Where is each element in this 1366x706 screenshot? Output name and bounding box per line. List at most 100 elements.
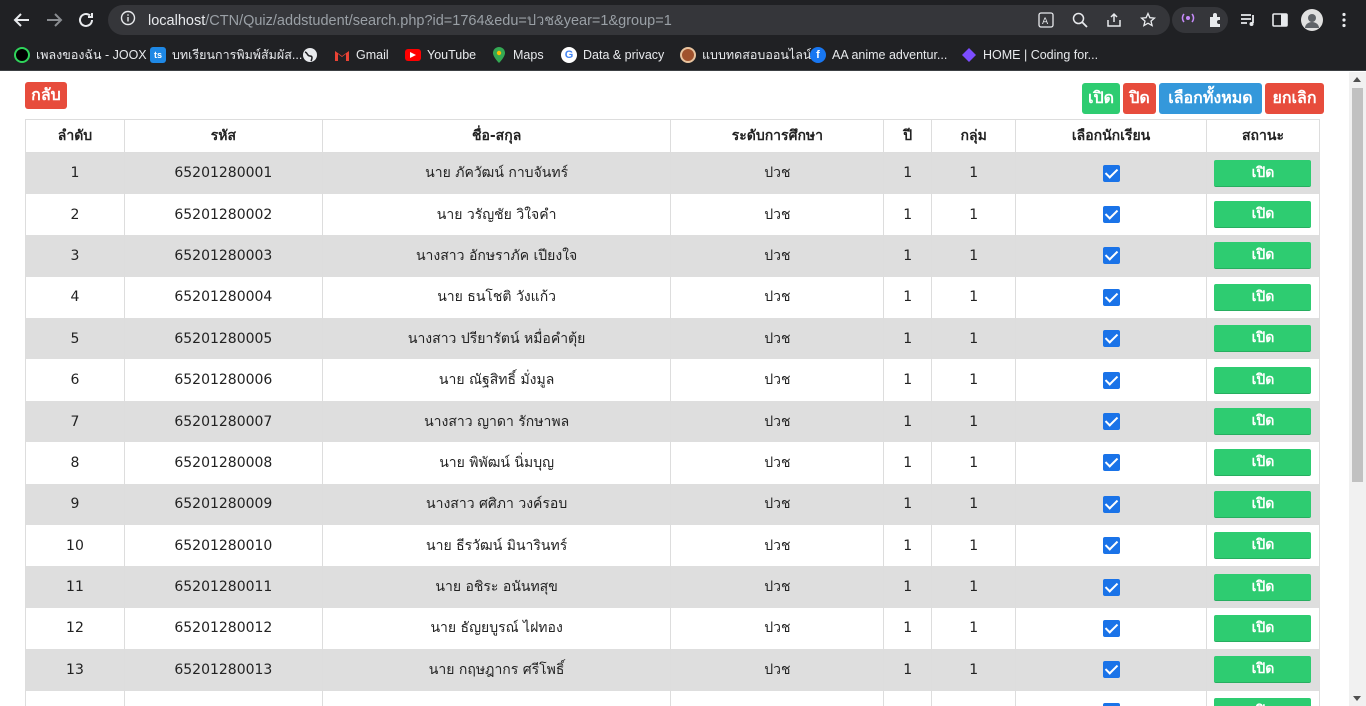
cell-year xyxy=(883,690,933,706)
select-student-checkbox[interactable] xyxy=(1102,164,1120,182)
url-text[interactable]: localhost/CTN/Quiz/addstudent/search.php… xyxy=(148,9,672,32)
cell-group: 1 xyxy=(931,193,1017,236)
col-header-group: กลุ่ม xyxy=(931,119,1017,153)
cell-group: 1 xyxy=(931,483,1017,526)
cell-name: นางสาว ศศิภา วงค์รอบ xyxy=(321,483,672,526)
select-student-checkbox[interactable] xyxy=(1102,288,1120,306)
cell-status: เปิด xyxy=(1205,318,1321,360)
select-student-checkbox[interactable] xyxy=(1102,537,1120,555)
status-open-button[interactable]: เปิด xyxy=(1214,656,1312,684)
cell-status: เปิด xyxy=(1205,690,1321,706)
browser-menu-icon[interactable] xyxy=(1332,8,1356,32)
quiz-icon xyxy=(680,47,696,63)
status-open-button[interactable]: เปิด xyxy=(1214,408,1312,436)
zoom-icon[interactable] xyxy=(1070,10,1090,30)
table-row: 9 65201280009 นางสาว ศศิภา วงค์รอบ ปวช 1 1 เปิ… xyxy=(25,483,1321,526)
gmail-icon xyxy=(334,47,350,63)
bookmark-globe[interactable] xyxy=(302,44,318,66)
status-open-button[interactable]: เปิด xyxy=(1214,366,1312,394)
cell-name: นาย วรัญชัย วิใจคำ xyxy=(321,193,672,236)
select-student-checkbox[interactable] xyxy=(1102,413,1120,431)
cell-order: 12 xyxy=(25,607,125,650)
extensions-puzzle-icon[interactable] xyxy=(1204,8,1228,32)
cell-group: 1 xyxy=(931,235,1017,277)
select-student-checkbox[interactable] xyxy=(1102,495,1120,513)
close-all-button[interactable]: ปิด xyxy=(1123,83,1156,114)
bookmark-typing[interactable]: ts บทเรียนการพิมพ์สัมผัส... xyxy=(150,44,302,66)
scroll-up-arrow-icon[interactable] xyxy=(1353,77,1361,82)
share-icon[interactable] xyxy=(1104,10,1124,30)
select-student-checkbox[interactable] xyxy=(1102,371,1120,389)
cell-code xyxy=(123,690,323,706)
cell-order: 8 xyxy=(25,442,125,484)
select-student-checkbox[interactable] xyxy=(1102,619,1120,637)
col-header-level: ระดับการศึกษา xyxy=(670,119,885,153)
status-open-button[interactable]: เปิด xyxy=(1214,242,1312,270)
cell-select xyxy=(1015,193,1207,236)
bookmark-gmail[interactable]: Gmail xyxy=(334,44,389,66)
select-student-checkbox[interactable] xyxy=(1102,206,1120,224)
cell-group: 1 xyxy=(931,276,1017,319)
bookmark-data-privacy[interactable]: G Data & privacy xyxy=(561,44,664,66)
bookmark-star-icon[interactable] xyxy=(1138,10,1158,30)
reload-icon[interactable] xyxy=(74,8,98,32)
profile-avatar[interactable] xyxy=(1300,8,1324,32)
cell-status: เปิด xyxy=(1205,483,1321,526)
google-icon: G xyxy=(561,47,577,63)
status-open-button[interactable]: เปิด xyxy=(1214,201,1312,229)
scrollbar-thumb[interactable] xyxy=(1352,88,1363,482)
bookmark-anime[interactable]: f AA anime adventur... xyxy=(810,44,947,66)
cell-level: ปวช xyxy=(670,193,885,236)
bookmark-online-quiz[interactable]: แบบทดสอบออนไลน์ xyxy=(680,44,811,66)
status-open-button[interactable]: เปิด xyxy=(1214,490,1312,518)
select-student-checkbox[interactable] xyxy=(1102,661,1120,679)
open-all-button[interactable]: เปิด xyxy=(1082,83,1120,114)
table-row: 1 65201280001 นาย ภัควัฒน์ กาบจันทร์ ปวช 1 1 เ… xyxy=(25,152,1321,194)
table-row: 5 65201280005 นางสาว ปรียารัตน์ หมื่อคำตุ้… xyxy=(25,318,1321,360)
cell-name: นาย กฤษฎากร ศรีโพธิ์ xyxy=(321,649,672,691)
site-info-icon[interactable] xyxy=(120,10,136,30)
select-student-checkbox[interactable] xyxy=(1102,247,1120,265)
scroll-down-arrow-icon[interactable] xyxy=(1353,696,1361,701)
cell-group xyxy=(931,690,1017,706)
status-open-button[interactable]: เปิด xyxy=(1214,532,1312,560)
select-student-checkbox[interactable] xyxy=(1102,578,1120,596)
select-all-button[interactable]: เลือกทั้งหมด xyxy=(1159,83,1262,114)
status-open-button[interactable]: เปิด xyxy=(1214,449,1312,477)
select-student-checkbox[interactable] xyxy=(1102,330,1120,348)
bookmark-coding[interactable]: HOME | Coding for... xyxy=(961,44,1098,66)
forward-arrow-icon[interactable] xyxy=(42,8,66,32)
status-open-button[interactable]: เปิด xyxy=(1214,325,1312,353)
table-row: 2 65201280002 นาย วรัญชัย วิใจคำ ปวช 1 1 เปิด xyxy=(25,193,1321,236)
status-open-button[interactable]: เปิด xyxy=(1214,697,1312,706)
cell-year: 1 xyxy=(883,483,933,526)
back-arrow-icon[interactable] xyxy=(10,8,34,32)
translate-icon[interactable]: A xyxy=(1036,10,1056,30)
status-open-button[interactable]: เปิด xyxy=(1214,614,1312,642)
side-panel-icon[interactable] xyxy=(1268,8,1292,32)
cell-order: 13 xyxy=(25,649,125,691)
status-open-button[interactable]: เปิด xyxy=(1214,573,1312,601)
bookmark-youtube[interactable]: YouTube xyxy=(405,44,476,66)
cell-select xyxy=(1015,442,1207,484)
cell-order xyxy=(25,690,125,706)
cell-code: 65201280008 xyxy=(123,442,323,484)
cell-name: นาย ณัฐสิทธิ์ มั่งมูล xyxy=(321,359,672,401)
cell-level: ปวช xyxy=(670,649,885,691)
radio-extension-icon[interactable] xyxy=(1180,10,1196,30)
page-scrollbar[interactable] xyxy=(1349,72,1366,706)
select-student-checkbox[interactable] xyxy=(1102,454,1120,472)
status-open-button[interactable]: เปิด xyxy=(1214,283,1312,311)
bookmark-joox[interactable]: เพลงของฉัน - JOOX xyxy=(14,44,147,66)
cell-order: 2 xyxy=(25,193,125,236)
bookmark-maps[interactable]: Maps xyxy=(491,44,544,66)
table-header-row: ลำดับ รหัส ชื่อ-สกุล ระดับการศึกษา ปี กล… xyxy=(25,119,1321,153)
address-bar[interactable]: localhost/CTN/Quiz/addstudent/search.php… xyxy=(108,5,1170,35)
facebook-icon: f xyxy=(810,47,826,63)
cancel-button[interactable]: ยกเลิก xyxy=(1265,83,1324,114)
status-open-button[interactable]: เปิด xyxy=(1214,159,1312,187)
cell-order: 10 xyxy=(25,525,125,567)
back-button[interactable]: กลับ xyxy=(25,82,67,109)
media-queue-icon[interactable] xyxy=(1236,8,1260,32)
cell-level: ปวช xyxy=(670,483,885,526)
